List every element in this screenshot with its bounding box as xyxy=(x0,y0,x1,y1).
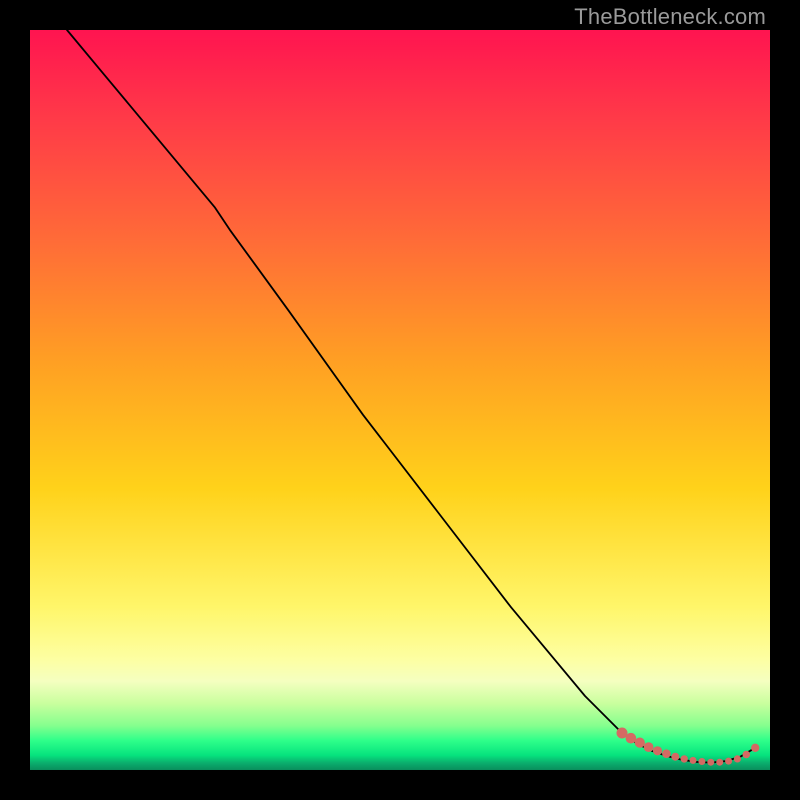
highlight-marker xyxy=(662,749,671,758)
highlight-marker xyxy=(635,738,645,748)
highlight-marker xyxy=(681,755,688,762)
bottleneck-curve-path xyxy=(67,30,755,763)
chart-frame: TheBottleneck.com xyxy=(0,0,800,800)
highlight-marker xyxy=(707,759,714,766)
highlight-marker xyxy=(751,744,759,752)
highlight-marker xyxy=(653,746,662,755)
highlight-marker xyxy=(671,753,679,761)
highlight-marker xyxy=(716,759,723,766)
highlight-marker xyxy=(644,742,654,752)
highlight-marker xyxy=(690,757,697,764)
highlight-marker xyxy=(734,755,741,762)
highlight-marker xyxy=(725,758,732,765)
watermark-text: TheBottleneck.com xyxy=(574,4,766,30)
highlight-marker xyxy=(698,758,705,765)
highlight-marker xyxy=(626,733,637,744)
highlight-marker xyxy=(743,751,751,759)
chart-overlay-svg xyxy=(30,30,770,770)
